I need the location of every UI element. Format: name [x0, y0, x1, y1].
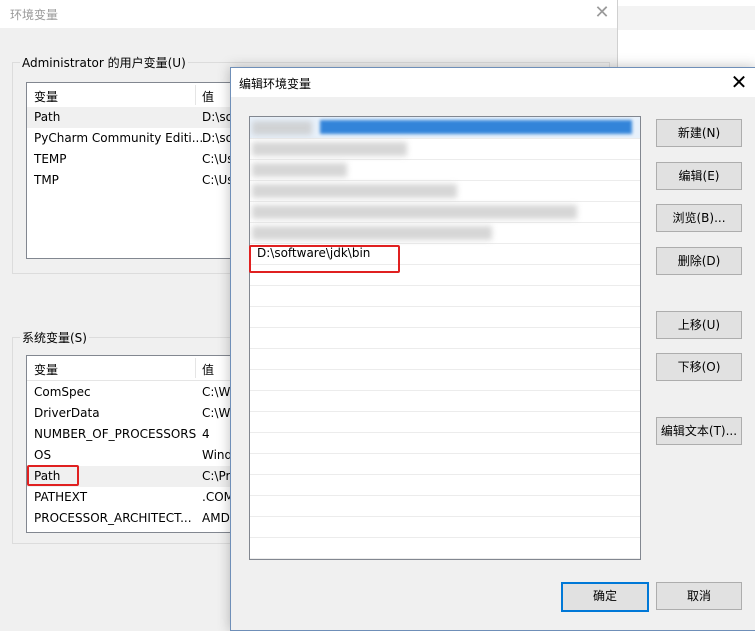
path-entries-list[interactable]: D:\software\jdk\bin [249, 116, 641, 560]
variable-name: DriverData [34, 406, 100, 420]
variable-value: C:\Us [202, 152, 234, 166]
list-item[interactable] [250, 201, 640, 223]
variable-name: ComSpec [34, 385, 91, 399]
cancel-button[interactable]: 取消 [656, 582, 742, 610]
column-header-value[interactable]: 值 [202, 88, 214, 105]
dialog-title: 编辑环境变量 [239, 77, 312, 91]
browse-button[interactable]: 浏览(B)... [656, 204, 742, 232]
variable-name: PATHEXT [34, 490, 88, 504]
column-header-variable[interactable]: 变量 [34, 361, 58, 378]
variable-value: 4 [202, 427, 210, 441]
dialog-titlebar: 编辑环境变量 ✕ [231, 68, 755, 97]
variable-name: PyCharm Community Editi... [34, 131, 204, 145]
list-item[interactable] [250, 117, 640, 139]
variable-value: Wind [202, 448, 233, 462]
variable-name: Path [34, 110, 61, 124]
move-down-button[interactable]: 下移(O) [656, 353, 742, 381]
system-variables-label: 系统变量(S) [20, 329, 89, 346]
variable-value: C:\Us [202, 173, 234, 187]
variable-value: D:\so [202, 131, 233, 145]
variable-value: C:\W [202, 406, 231, 420]
variable-value: C:\Pr [202, 469, 231, 483]
window-title: 环境变量 [10, 8, 59, 22]
variable-value: AMD [202, 511, 230, 525]
variable-value: C:\W [202, 385, 231, 399]
ok-button[interactable]: 确定 [561, 582, 649, 612]
edit-text-button[interactable]: 编辑文本(T)... [656, 417, 742, 445]
variable-name: PROCESSOR_ARCHITECT... [34, 511, 192, 525]
list-item[interactable] [250, 222, 640, 244]
variable-name: OS [34, 448, 52, 462]
highlight-box [27, 465, 79, 486]
variable-name: NUMBER_OF_PROCESSORS [34, 427, 197, 441]
variable-name: TMP [34, 173, 59, 187]
list-item[interactable] [250, 159, 640, 181]
variable-value: D:\so [202, 110, 233, 124]
user-variables-label: Administrator 的用户变量(U) [20, 54, 188, 71]
edit-environment-variable-dialog: 编辑环境变量 ✕ D:\software\jdk\bin 新建(N) 编辑(E)… [230, 67, 755, 631]
list-item[interactable] [250, 138, 640, 160]
close-icon[interactable]: ✕ [592, 3, 612, 23]
window-titlebar: 环境变量 ✕ [0, 0, 617, 28]
new-button[interactable]: 新建(N) [656, 119, 742, 147]
variable-name: TEMP [34, 152, 67, 166]
column-header-value[interactable]: 值 [202, 361, 214, 378]
move-up-button[interactable]: 上移(U) [656, 311, 742, 339]
edit-button[interactable]: 编辑(E) [656, 162, 742, 190]
close-icon[interactable]: ✕ [727, 70, 751, 94]
column-header-variable[interactable]: 变量 [34, 88, 58, 105]
highlight-box [249, 245, 400, 273]
list-item[interactable] [250, 180, 640, 202]
delete-button[interactable]: 删除(D) [656, 247, 742, 275]
